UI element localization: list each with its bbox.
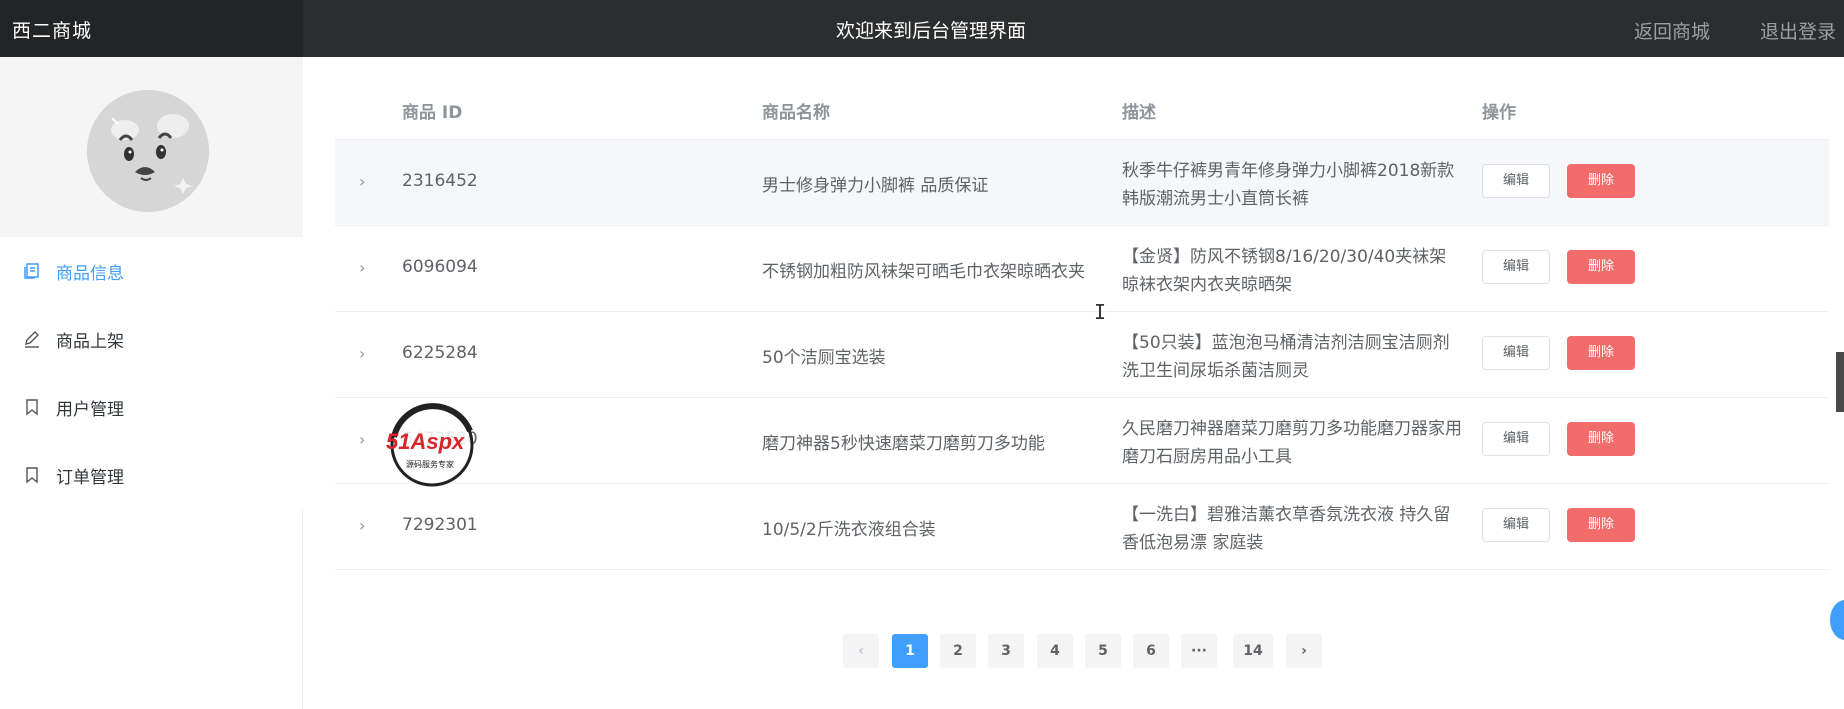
product-description: 【50只装】蓝泡泡马桶清洁剂洁厕宝洁厕剂洗卫生间尿垢杀菌洁厕灵 <box>1122 333 1450 381</box>
product-name: 10/5/2斤洗衣液组合装 <box>762 520 936 540</box>
back-to-shop-link[interactable]: 返回商城 <box>1634 17 1710 44</box>
page-button[interactable]: 2 <box>940 634 976 668</box>
next-page-button[interactable]: › <box>1286 634 1322 668</box>
product-name: 不锈钢加粗防风袜架可晒毛巾衣架晾晒衣夹 <box>762 262 1085 282</box>
page-button[interactable]: 6 <box>1133 634 1169 668</box>
brand-area: 西二商城 <box>0 0 303 57</box>
page-title: 欢迎来到后台管理界面 <box>836 20 1027 42</box>
logout-link[interactable]: 退出登录 <box>1760 17 1836 44</box>
product-description: 久民磨刀神器磨菜刀磨剪刀多功能磨刀器家用磨刀石厨房用品小工具 <box>1122 419 1462 467</box>
more-pages-button[interactable]: ··· <box>1181 634 1217 668</box>
sidebar-item-label: 用户管理 <box>56 399 124 420</box>
product-id: 6225284 <box>402 343 478 363</box>
pencil-icon <box>22 329 42 349</box>
chevron-right-icon[interactable]: › <box>359 346 373 362</box>
bookmark-icon <box>22 465 42 485</box>
page-button[interactable]: 5 <box>1085 634 1121 668</box>
page-button[interactable]: 1 <box>892 634 928 668</box>
edit-button[interactable]: 编辑 <box>1482 336 1550 370</box>
product-table: 商品 ID 商品名称 描述 操作 › 2316452 男士修身弹力小脚裤 品质保… <box>335 72 1829 570</box>
sidebar-item-order-management[interactable]: 订单管理 <box>0 441 303 509</box>
delete-button[interactable]: 删除 <box>1567 508 1635 542</box>
sidebar-item-label: 商品信息 <box>56 263 124 284</box>
sidebar-item-product-listing[interactable]: 商品上架 <box>0 305 303 373</box>
product-description: 秋季牛仔裤男青年修身弹力小脚裤2018新款韩版潮流男士小直筒长裤 <box>1122 161 1455 209</box>
edit-button[interactable]: 编辑 <box>1482 508 1550 542</box>
delete-button[interactable]: 删除 <box>1567 164 1635 198</box>
sidebar-item-label: 订单管理 <box>56 467 124 488</box>
chevron-right-icon[interactable]: › <box>359 518 373 534</box>
table-row: › 6473520 磨刀神器5秒快速磨菜刀磨剪刀多功能 久民磨刀神器磨菜刀磨剪刀… <box>335 398 1829 484</box>
watermark-subtext: 源码服务专家 <box>406 459 454 469</box>
table-row: › 6225284 50个洁厕宝选装 【50只装】蓝泡泡马桶清洁剂洁厕宝洁厕剂洗… <box>335 312 1829 398</box>
bookmark-icon <box>22 397 42 417</box>
prev-page-button[interactable]: ‹ <box>843 634 879 668</box>
edit-button[interactable]: 编辑 <box>1482 250 1550 284</box>
chevron-right-icon[interactable]: › <box>359 174 373 190</box>
sidebar-item-user-management[interactable]: 用户管理 <box>0 373 303 441</box>
page-button[interactable]: 4 <box>1037 634 1073 668</box>
product-description: 【金贤】防风不锈钢8/16/20/30/40夹袜架晾袜衣架内衣夹晾晒架 <box>1122 247 1447 295</box>
watermark-logo: 51Aspx 源码服务专家 <box>384 397 514 489</box>
text-cursor-icon: I <box>1094 300 1107 324</box>
watermark-text: 51Aspx <box>386 429 465 454</box>
product-name: 磨刀神器5秒快速磨菜刀磨剪刀多功能 <box>762 434 1045 454</box>
table-header: 商品 ID 商品名称 描述 操作 <box>335 72 1829 140</box>
sidebar-menu: 商品信息 商品上架 用户管理 订单管理 <box>0 237 303 509</box>
sidebar: 商品信息 商品上架 用户管理 订单管理 <box>0 57 303 709</box>
delete-button[interactable]: 删除 <box>1567 336 1635 370</box>
top-bar: 西二商城 欢迎来到后台管理界面 返回商城 退出登录 <box>0 0 1844 57</box>
sidebar-item-label: 商品上架 <box>56 331 124 352</box>
chevron-right-icon[interactable]: › <box>359 432 373 448</box>
avatar-area <box>0 57 303 237</box>
floating-action-button[interactable] <box>1830 600 1844 640</box>
product-name: 男士修身弹力小脚裤 品质保证 <box>762 176 989 196</box>
product-id: 7292301 <box>402 515 478 535</box>
column-header-id[interactable]: 商品 ID <box>402 98 462 123</box>
column-header-actions: 操作 <box>1482 103 1516 123</box>
scrollbar-thumb[interactable] <box>1836 352 1844 412</box>
product-id: 2316452 <box>402 171 478 191</box>
brand-name[interactable]: 西二商城 <box>12 16 92 43</box>
avatar <box>87 90 209 212</box>
product-description: 【一洗白】碧雅洁薰衣草香氛洗衣液 持久留香低泡易漂 家庭装 <box>1122 505 1451 553</box>
table-row: › 7292301 10/5/2斤洗衣液组合装 【一洗白】碧雅洁薰衣草香氛洗衣液… <box>335 484 1829 570</box>
sidebar-item-product-info[interactable]: 商品信息 <box>0 237 303 305</box>
column-header-name[interactable]: 商品名称 <box>762 98 830 123</box>
product-id: 6096094 <box>402 257 478 277</box>
page-button[interactable]: 3 <box>988 634 1024 668</box>
column-header-description[interactable]: 描述 <box>1122 98 1156 123</box>
product-name: 50个洁厕宝选装 <box>762 348 886 368</box>
table-row: › 6096094 不锈钢加粗防风袜架可晒毛巾衣架晾晒衣夹 【金贤】防风不锈钢8… <box>335 226 1829 312</box>
edit-button[interactable]: 编辑 <box>1482 164 1550 198</box>
edit-button[interactable]: 编辑 <box>1482 422 1550 456</box>
chevron-right-icon[interactable]: › <box>359 260 373 276</box>
delete-button[interactable]: 删除 <box>1567 250 1635 284</box>
delete-button[interactable]: 删除 <box>1567 422 1635 456</box>
page-button[interactable]: 14 <box>1233 634 1273 668</box>
document-icon <box>22 261 42 281</box>
table-row: › 2316452 男士修身弹力小脚裤 品质保证 秋季牛仔裤男青年修身弹力小脚裤… <box>335 140 1829 226</box>
